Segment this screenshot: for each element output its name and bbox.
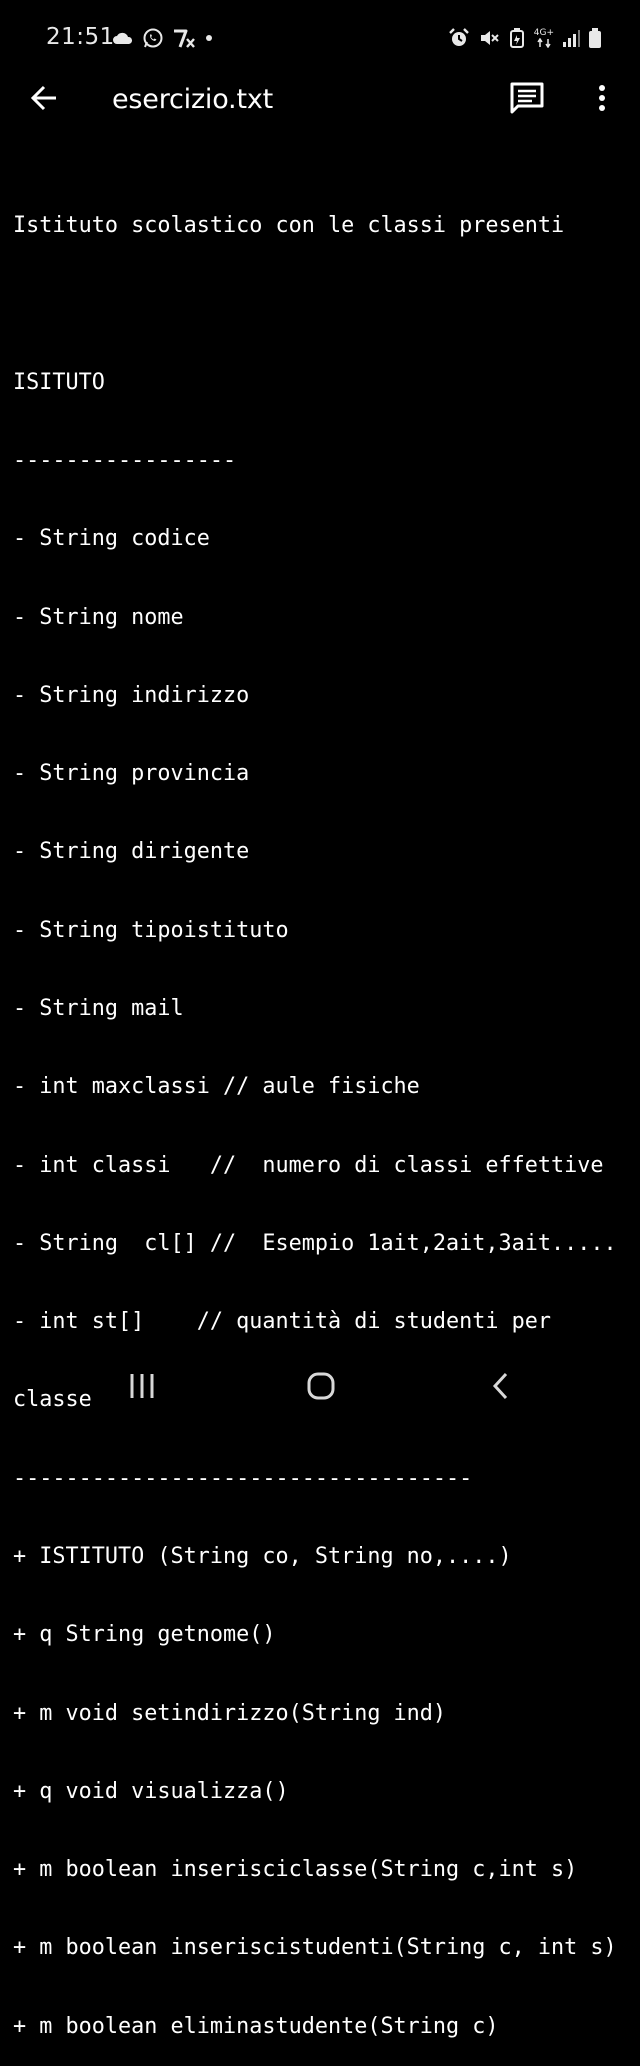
alarm-icon — [448, 27, 470, 49]
document-line: + m boolean inseriscistudenti(String c, … — [13, 1935, 617, 1961]
document-line: + ISTITUTO (String co, String no,....) — [13, 1543, 512, 1569]
document-line: + q String getnome() — [13, 1622, 276, 1648]
status-bar: 21:51 4G+ — [0, 0, 640, 76]
document-line: + q void visualizza() — [13, 1778, 289, 1804]
document-line: - String mail — [13, 996, 184, 1021]
network-type-label: 4G+ — [533, 27, 554, 38]
document-line: - String indirizzo — [13, 682, 250, 708]
document-line: ISITUTO — [13, 369, 105, 395]
cloud-icon — [112, 30, 134, 46]
document-line: Istituto scolastico con le classi presen… — [13, 213, 565, 239]
document-line: + m boolean eliminastudente(String c) — [13, 2013, 499, 2039]
back-nav-button[interactable] — [471, 1362, 531, 1410]
document-line: ----------------------------------- — [13, 1465, 473, 1491]
mute-icon — [478, 27, 500, 49]
document-line: - String cl[] // Esempio 1ait,2ait,3ait.… — [13, 1230, 617, 1256]
more-options-button[interactable] — [580, 76, 624, 120]
comment-icon — [510, 82, 544, 114]
home-button[interactable] — [291, 1362, 351, 1410]
document-line — [13, 291, 635, 317]
more-vert-icon — [599, 85, 605, 111]
status-notification-icons — [112, 24, 214, 52]
document-line: ----------------- — [13, 448, 237, 474]
navigation-bar — [0, 1350, 640, 1422]
document-line: - String codice — [13, 526, 210, 552]
document-line: - String provincia — [13, 761, 250, 787]
app-notification-icon — [172, 27, 196, 49]
home-icon — [307, 1372, 335, 1400]
document-line: - int st[] // quantità di studenti per — [13, 1309, 552, 1335]
battery-saver-icon — [508, 27, 526, 49]
document-line: + m void setindirizzo(String ind) — [13, 1700, 447, 1726]
status-time: 21:51 — [46, 24, 115, 50]
document-line: - int maxclassi // aule fisiche — [13, 1074, 420, 1100]
status-system-icons: 4G+ — [448, 24, 602, 52]
whatsapp-icon — [142, 27, 164, 49]
document-line: - int classi // numero di classi effetti… — [13, 1152, 604, 1178]
network-4g-icon: 4G+ — [533, 27, 554, 48]
document-text: Istituto scolastico con le classi presen… — [13, 161, 635, 2066]
document-line: - String tipoistituto — [13, 917, 289, 943]
recent-apps-icon — [130, 1374, 154, 1398]
battery-icon — [588, 27, 602, 49]
dot-icon — [204, 33, 214, 43]
signal-icon — [562, 28, 580, 48]
file-title: esercizio.txt — [112, 84, 273, 115]
recent-apps-button[interactable] — [112, 1362, 172, 1410]
arrow-back-icon — [30, 85, 56, 111]
document-line: - String nome — [13, 604, 184, 630]
comment-button[interactable] — [505, 76, 549, 120]
back-button[interactable] — [22, 76, 66, 120]
document-line: + m boolean inserisciclasse(String c,int… — [13, 1857, 578, 1883]
document-line: - String dirigente — [13, 839, 250, 865]
app-bar: esercizio.txt — [0, 76, 640, 128]
back-icon — [492, 1372, 508, 1400]
